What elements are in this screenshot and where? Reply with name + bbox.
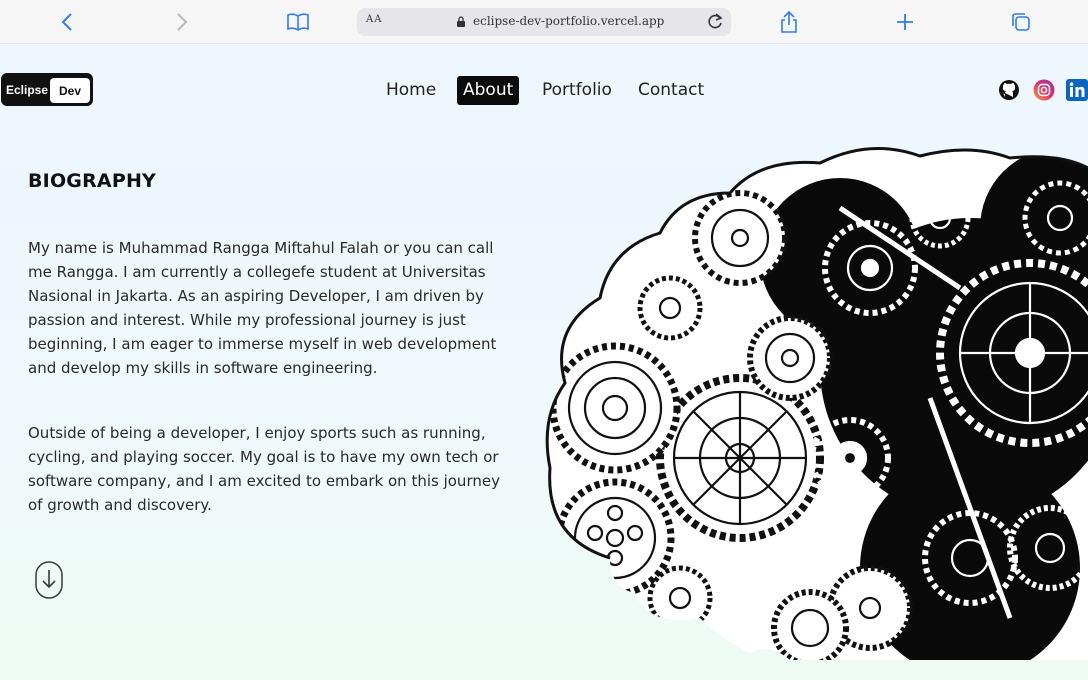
biography-heading: BIOGRAPHY (28, 170, 157, 192)
gear-brain-illustration (545, 147, 1088, 660)
nav-contact-link[interactable]: Contact (632, 76, 710, 105)
share-icon[interactable] (777, 10, 801, 34)
lock-icon (457, 16, 465, 27)
github-icon[interactable] (998, 79, 1020, 101)
nav-portfolio-link[interactable]: Portfolio (536, 76, 618, 105)
biography-paragraph-1: My name is Muhammad Rangga Miftahul Fala… (28, 239, 497, 377)
reader-aa-button[interactable]: AA (366, 14, 382, 25)
nav-home-link[interactable]: Home (380, 76, 442, 105)
address-bar[interactable]: AA eclipse-dev-portfolio.vercel.app (357, 8, 731, 36)
instagram-icon[interactable] (1033, 79, 1055, 101)
new-tab-icon[interactable] (893, 10, 917, 34)
scroll-down-icon[interactable] (35, 561, 63, 599)
url-text: eclipse-dev-portfolio.vercel.app (473, 14, 665, 28)
back-icon[interactable] (55, 10, 79, 34)
site-logo[interactable]: Eclipse Dev (1, 73, 93, 106)
browser-toolbar: AA eclipse-dev-portfolio.vercel.app (0, 0, 1088, 44)
forward-icon[interactable] (170, 10, 194, 34)
logo-text-eclipse: Eclipse (6, 83, 49, 97)
reload-icon[interactable] (705, 12, 725, 32)
bookmarks-icon[interactable] (286, 10, 310, 34)
tabs-overview-icon[interactable] (1009, 10, 1033, 34)
biography-paragraph-2: Outside of being a developer, I enjoy sp… (28, 424, 500, 514)
nav-about-link[interactable]: About (457, 76, 520, 105)
linkedin-icon[interactable] (1066, 79, 1088, 101)
logo-text-dev: Dev (50, 78, 90, 103)
